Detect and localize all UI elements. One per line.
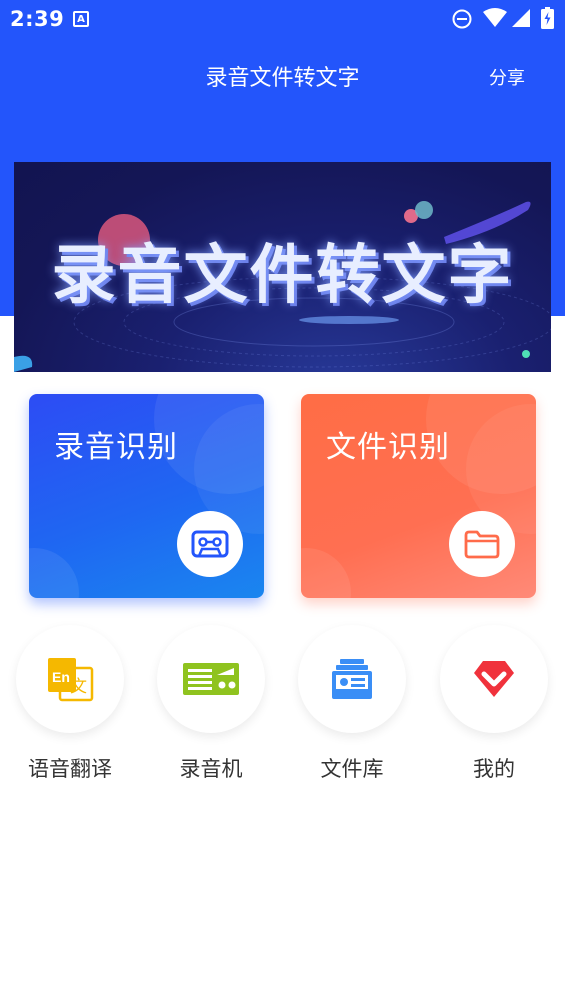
- quick-action-circle: En 文: [16, 625, 124, 733]
- svg-text:En: En: [52, 669, 70, 685]
- quick-action-recorder[interactable]: 录音机: [157, 625, 265, 783]
- profile-icon: [474, 661, 514, 697]
- quick-action-label: 语音翻译: [28, 757, 112, 781]
- banner-text: 录音文件转文字: [51, 239, 514, 313]
- card-decoration: [301, 548, 351, 598]
- share-button[interactable]: 分享: [489, 64, 525, 90]
- folder-icon: [464, 530, 500, 559]
- card-title: 文件识别: [326, 430, 450, 465]
- file-recognition-card[interactable]: 文件识别: [301, 394, 536, 598]
- keyboard-a-icon: A: [73, 11, 89, 27]
- page-title: 录音文件转文字: [205, 66, 360, 91]
- card-title: 录音识别: [54, 430, 178, 465]
- battery-icon: [541, 7, 554, 29]
- quick-action-circle: [298, 625, 406, 733]
- cassette-icon: [191, 530, 229, 558]
- card-decoration: [29, 548, 79, 598]
- quick-action-translate[interactable]: En 文 语音翻译: [16, 625, 124, 783]
- signal-icon: [512, 9, 530, 27]
- svg-text:文: 文: [70, 677, 87, 697]
- quick-action-circle: [440, 625, 548, 733]
- recorder-icon: [183, 663, 239, 695]
- translate-icon: En 文: [48, 658, 94, 702]
- quick-action-label: 我的: [473, 757, 515, 781]
- quick-action-label: 录音机: [179, 757, 243, 781]
- card-icon-button[interactable]: [177, 511, 243, 577]
- file-library-icon: [332, 659, 372, 699]
- quick-action-label: 文件库: [320, 757, 384, 781]
- quick-action-profile[interactable]: 我的: [440, 625, 548, 783]
- wifi-icon: [483, 8, 507, 27]
- quick-action-circle: [157, 625, 265, 733]
- card-icon-button[interactable]: [449, 511, 515, 577]
- status-time: 2:39: [10, 7, 65, 31]
- do-not-disturb-icon: [452, 9, 472, 29]
- status-bar: 2:39 A: [0, 0, 565, 38]
- quick-action-file-library[interactable]: 文件库: [298, 625, 406, 783]
- record-recognition-card[interactable]: 录音识别: [29, 394, 264, 598]
- banner[interactable]: 录音文件转文字: [14, 162, 551, 372]
